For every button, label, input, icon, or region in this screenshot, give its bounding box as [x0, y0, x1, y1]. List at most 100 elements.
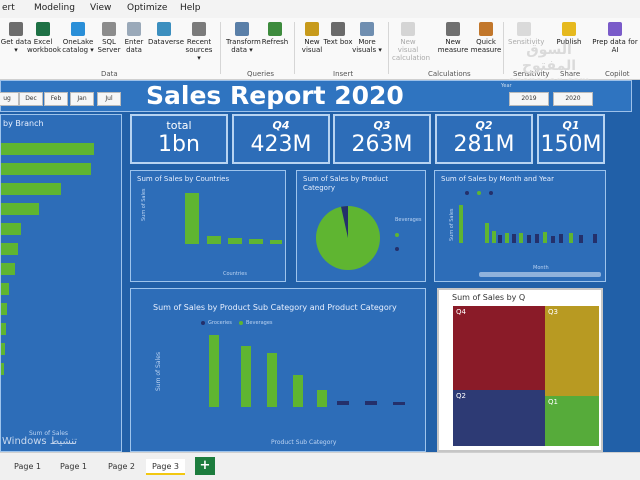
- treemap-cell-q2[interactable]: Q2: [453, 390, 545, 446]
- month-bar[interactable]: [543, 232, 547, 243]
- branch-bar[interactable]: [1, 183, 61, 195]
- subcat-bar[interactable]: [293, 375, 303, 407]
- month-bar[interactable]: [579, 235, 583, 243]
- tab-page-3[interactable]: Page 3: [146, 459, 185, 475]
- branch-bar[interactable]: [1, 343, 5, 355]
- treemap-chart[interactable]: Sum of Sales by Q Q4 Q3 Q2 Q1: [437, 288, 603, 452]
- menu-optimize[interactable]: Optimize: [127, 3, 167, 13]
- sql-server-icon: [102, 22, 116, 36]
- month-slicer-feb[interactable]: Feb: [44, 92, 68, 106]
- month-bar[interactable]: [569, 233, 573, 243]
- category-chart[interactable]: Sum of Sales by Product Category Beverag…: [296, 170, 426, 282]
- treemap-cell-q1[interactable]: Q1: [545, 396, 599, 446]
- month-chart[interactable]: Sum of Sales by Month and Year Sum of Sa…: [434, 170, 606, 282]
- countries-bar[interactable]: [207, 236, 221, 244]
- new-visual-calculation-button[interactable]: New visual calculation: [392, 22, 430, 62]
- month-bar[interactable]: [512, 234, 516, 243]
- treemap-cell-q3[interactable]: Q3: [545, 306, 599, 396]
- subcat-bar[interactable]: [317, 390, 327, 407]
- windows-activation-watermark: Windows تنشيط: [2, 436, 78, 447]
- countries-bar[interactable]: [270, 240, 282, 244]
- subcat-bar[interactable]: [209, 335, 219, 407]
- month-bar[interactable]: [459, 205, 463, 243]
- month-bar[interactable]: [527, 235, 531, 243]
- branch-bar[interactable]: [1, 303, 7, 315]
- branch-bar[interactable]: [1, 163, 91, 175]
- group-queries: Queries: [247, 70, 275, 78]
- more-visuals-button[interactable]: More visuals ▾: [351, 22, 383, 54]
- tab-page-1-a[interactable]: Page 1: [8, 459, 47, 475]
- kpi-q2-card: Q2 281M: [435, 114, 533, 164]
- branch-bar[interactable]: [1, 143, 94, 155]
- add-page-button[interactable]: +: [195, 457, 215, 475]
- month-slicer-jan[interactable]: Jan: [70, 92, 94, 106]
- branch-bar[interactable]: [1, 223, 21, 235]
- countries-bar[interactable]: [249, 239, 263, 244]
- report-canvas: ug Dec Feb Jan Jul Sales Report 2020 Yea…: [0, 80, 640, 452]
- ribbon-separator: [220, 22, 221, 74]
- menu-help[interactable]: Help: [180, 3, 201, 13]
- chart-icon: [305, 22, 319, 36]
- countries-bar[interactable]: [228, 238, 242, 244]
- transform-data-button[interactable]: Transform data ▾: [226, 22, 261, 54]
- group-data: Data: [101, 70, 118, 78]
- year-slicer-2020[interactable]: 2020: [553, 92, 593, 106]
- calculator-icon: [446, 22, 460, 36]
- branch-bar[interactable]: [1, 263, 15, 275]
- month-bar[interactable]: [519, 233, 523, 243]
- subcat-chart-ylabel: Sum of Sales: [155, 351, 162, 391]
- kpi-q1-label: Q1: [562, 119, 580, 132]
- refresh-button[interactable]: Refresh: [259, 22, 291, 46]
- month-slicer-jul[interactable]: Jul: [97, 92, 121, 106]
- month-slicer-dec[interactable]: Dec: [19, 92, 43, 106]
- more-visuals-icon: [360, 22, 374, 36]
- subcat-bar[interactable]: [365, 401, 377, 405]
- branch-bar[interactable]: [1, 243, 18, 255]
- countries-chart[interactable]: Sum of Sales by Countries Sum of Sales C…: [130, 170, 286, 282]
- month-bar[interactable]: [551, 236, 555, 243]
- branch-bar[interactable]: [1, 203, 39, 215]
- month-chart-scrollbar[interactable]: [479, 272, 601, 277]
- kpi-q4-label: Q4: [272, 119, 290, 132]
- tab-page-2[interactable]: Page 2: [102, 459, 141, 475]
- month-bar[interactable]: [535, 234, 539, 243]
- ribbon-separator: [388, 22, 389, 74]
- branch-chart[interactable]: by Branch Sum of Sales: [0, 114, 122, 452]
- menu-view[interactable]: View: [90, 3, 111, 13]
- dataverse-button[interactable]: Dataverse: [148, 22, 184, 46]
- year-slicer-2019[interactable]: 2019: [509, 92, 549, 106]
- prep-data-for-ai-button[interactable]: Prep data for AI: [592, 22, 638, 54]
- subcat-legend-groceries: Groceries: [208, 320, 232, 326]
- menu-insert[interactable]: ert: [2, 3, 15, 13]
- month-slicer-aug[interactable]: ug: [0, 92, 19, 106]
- month-bar[interactable]: [505, 233, 509, 243]
- recent-sources-button[interactable]: Recent sources ▾: [183, 22, 215, 62]
- category-pie[interactable]: [313, 203, 383, 273]
- branch-bar[interactable]: [1, 283, 9, 295]
- subcat-chart[interactable]: Sum of Sales by Product Sub Category and…: [130, 288, 426, 452]
- subcat-bar[interactable]: [241, 346, 251, 407]
- subcat-bar[interactable]: [267, 353, 277, 407]
- tab-page-1-b[interactable]: Page 1: [54, 459, 93, 475]
- enter-data-button[interactable]: Enter data: [118, 22, 150, 54]
- countries-bar[interactable]: [185, 193, 199, 244]
- excel-workbook-button[interactable]: Excel workbook: [27, 22, 61, 54]
- quick-measure-button[interactable]: Quick measure: [470, 22, 502, 54]
- text-box-button[interactable]: Text box: [322, 22, 354, 46]
- month-bar[interactable]: [593, 234, 597, 243]
- month-bar[interactable]: [498, 235, 502, 243]
- page-tabs-bar: Page 1 Page 1 Page 2 Page 3 +: [0, 452, 640, 480]
- subcat-bar[interactable]: [393, 402, 405, 405]
- new-measure-button[interactable]: New measure: [437, 22, 469, 54]
- month-bar[interactable]: [492, 231, 496, 243]
- publish-icon: [562, 22, 576, 36]
- subcat-bar[interactable]: [337, 401, 349, 405]
- month-bar[interactable]: [485, 223, 489, 243]
- branch-bar[interactable]: [1, 363, 4, 375]
- menu-modeling[interactable]: Modeling: [34, 3, 75, 13]
- month-bar[interactable]: [559, 234, 563, 243]
- onelake-catalog-button[interactable]: OneLake catalog ▾: [62, 22, 94, 54]
- branch-bar[interactable]: [1, 323, 6, 335]
- branch-chart-title: by Branch: [3, 119, 44, 128]
- treemap-cell-q4[interactable]: Q4: [453, 306, 545, 390]
